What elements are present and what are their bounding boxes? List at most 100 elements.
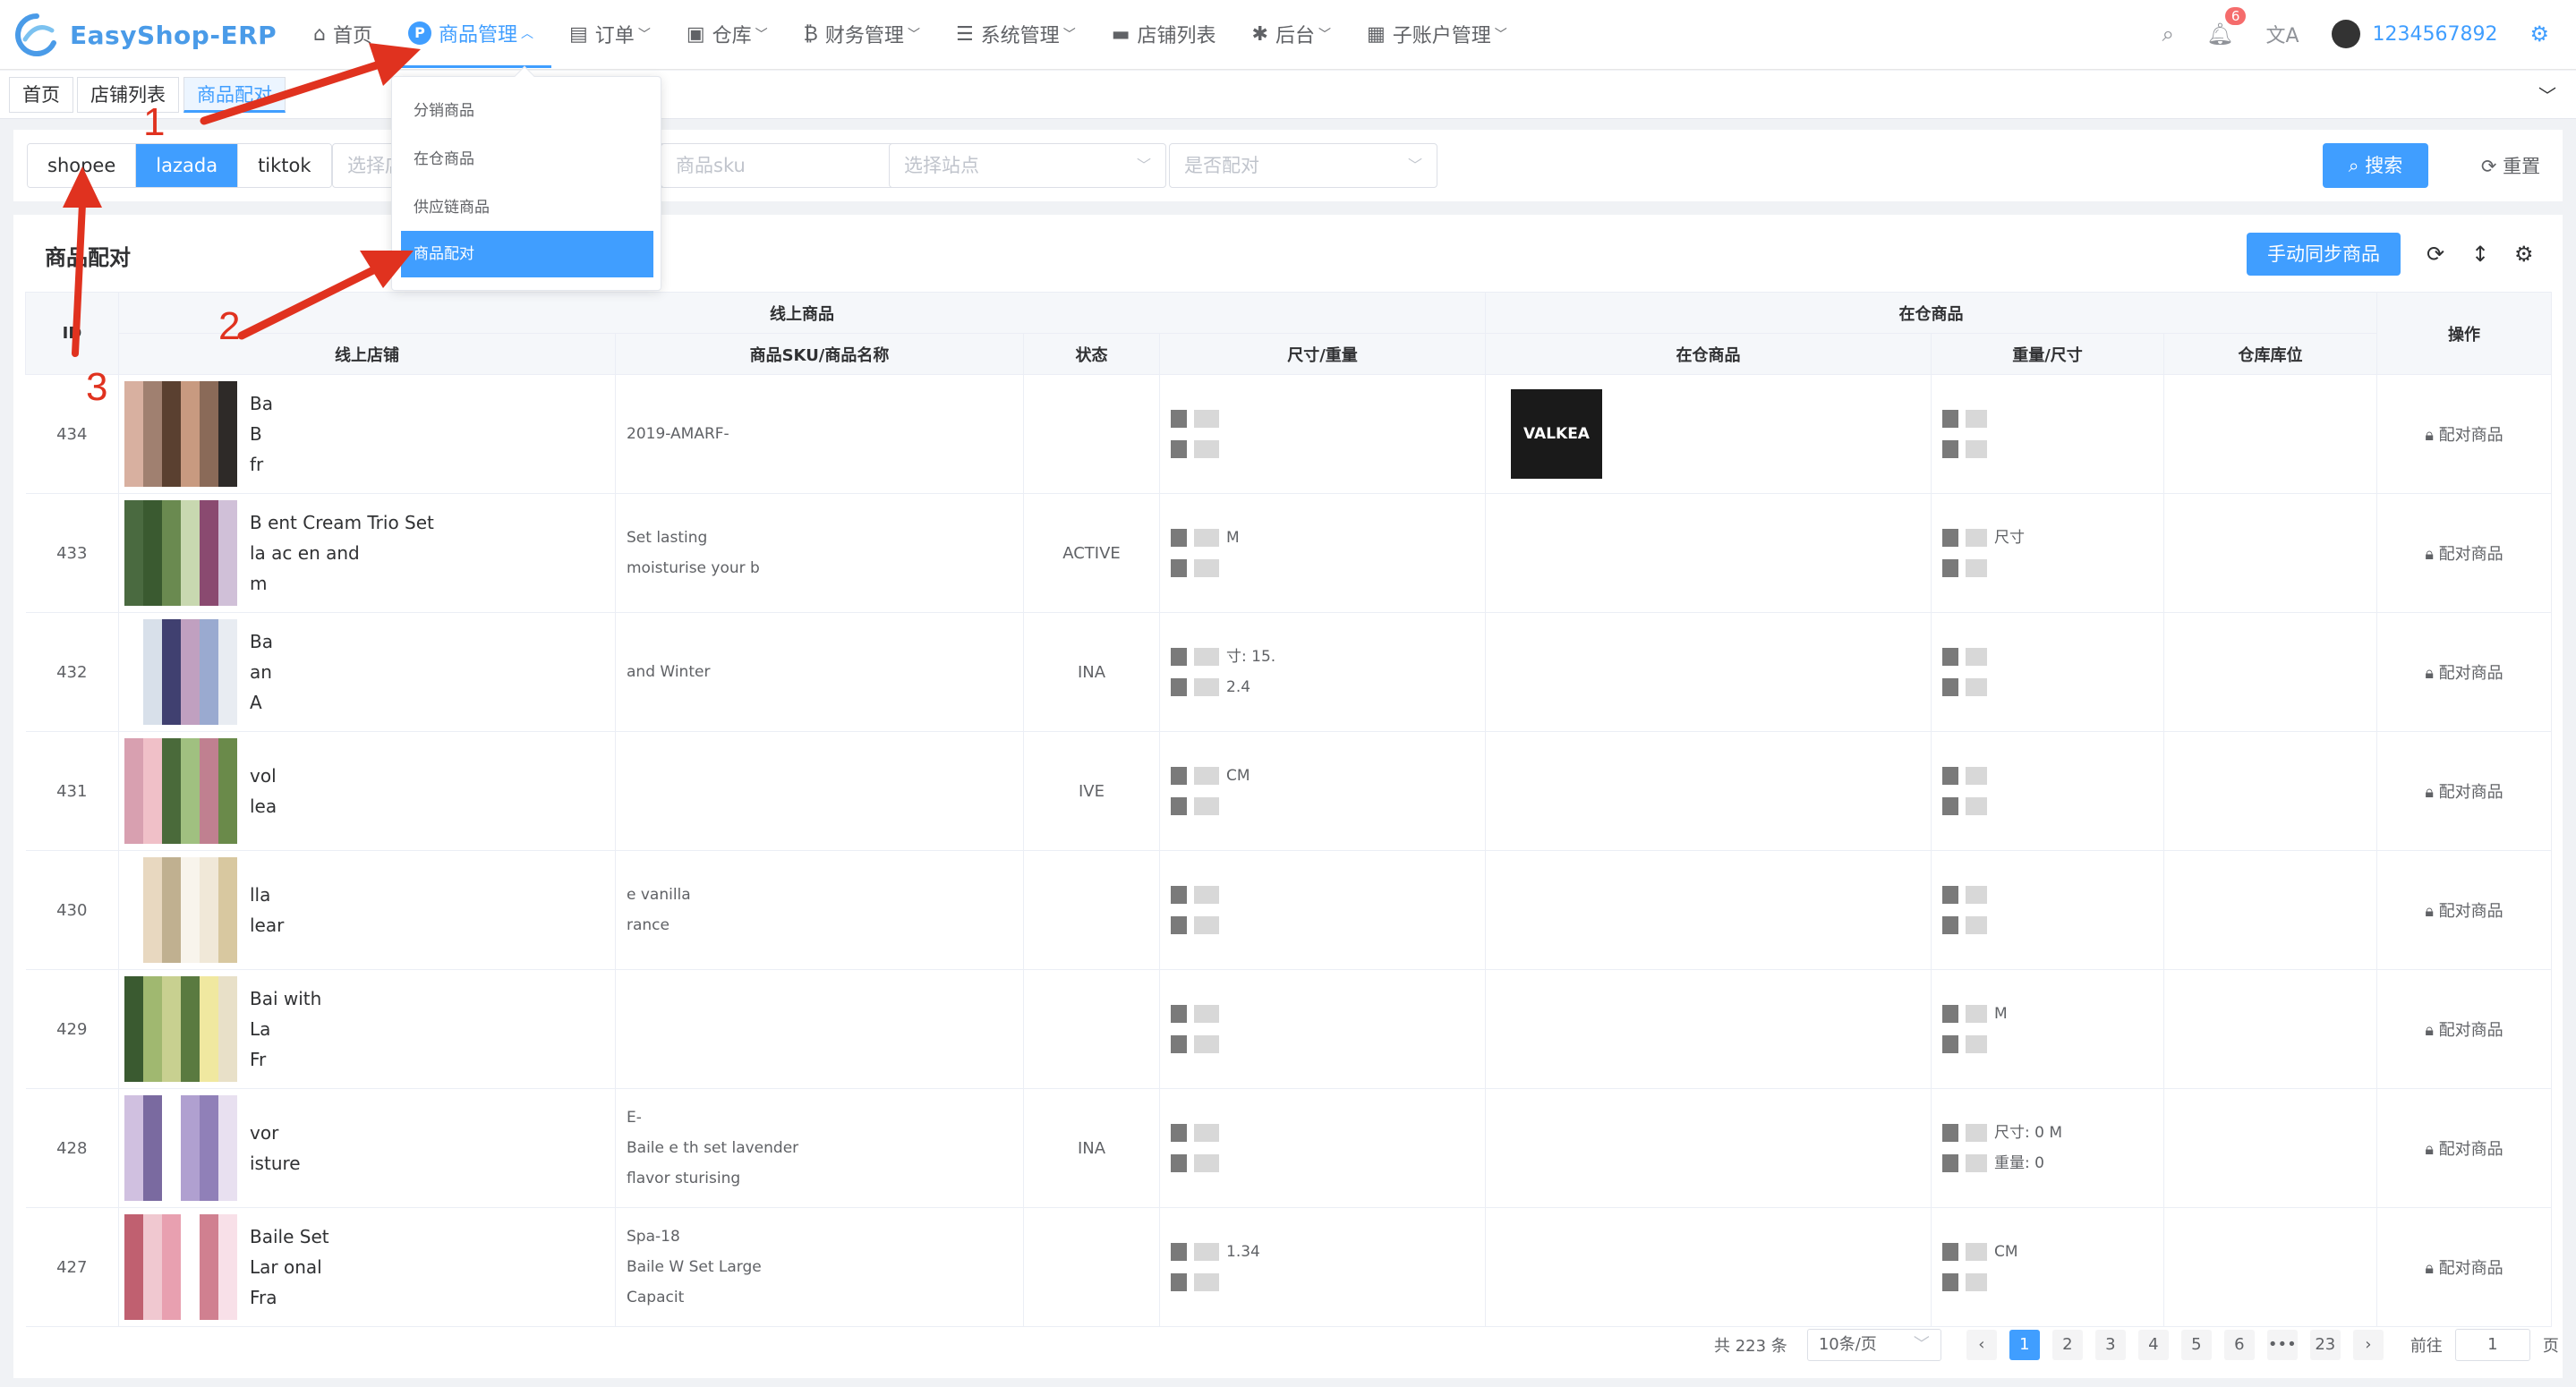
pair-product-link[interactable]: 🔒︎ 配对商品	[2425, 902, 2503, 921]
table-row: 428 vor isture E- Baile e th set lavender f…	[25, 1088, 2553, 1208]
sku-input-placeholder: 商品sku	[676, 155, 746, 176]
goto-page-input[interactable]: 1	[2454, 1329, 2530, 1361]
settings-icon[interactable]: ⚙	[2514, 242, 2534, 267]
lock-icon: 🔒︎	[2425, 783, 2439, 802]
group-header-warehouse: 在仓商品	[1484, 292, 2378, 334]
site-select[interactable]: 选择站点 ﹀	[889, 143, 1166, 188]
tab-product-pairing[interactable]: 商品配对	[183, 77, 286, 113]
pair-product-link[interactable]: 🔒︎ 配对商品	[2425, 1021, 2503, 1040]
platform-shopee[interactable]: shopee	[28, 144, 137, 187]
page-4[interactable]: 4	[2137, 1330, 2169, 1360]
product-name-line: fr	[250, 454, 264, 475]
menu-item-product-pairing[interactable]: 商品配对	[401, 231, 653, 277]
nav-item-system[interactable]: ☰ 系统管理 ﹀	[938, 0, 1094, 68]
pair-product-link[interactable]: 🔒︎ 配对商品	[2425, 545, 2503, 564]
nav-item-finance[interactable]: ₿ 财务管理 ﹀	[786, 0, 938, 68]
search-icon[interactable]: ⌕	[2162, 21, 2174, 47]
chevron-down-icon: ﹀	[1913, 1335, 1930, 1354]
chevron-down-icon: ﹀	[1407, 157, 1422, 174]
product-name-line: vor	[250, 1122, 279, 1144]
product-management-dropdown: 分销商品 在仓商品 供应链商品 商品配对	[391, 65, 661, 291]
row-id: 433	[25, 493, 119, 613]
gear-icon[interactable]: ⚙	[2529, 21, 2549, 47]
manual-sync-button[interactable]: 手动同步商品	[2247, 233, 2401, 276]
col-header-id: ID	[25, 292, 119, 375]
nav-label: 仓库	[712, 25, 752, 47]
search-button[interactable]: ⌕ 搜索	[2323, 143, 2428, 188]
app-name: EasyShop-ERP	[70, 20, 277, 50]
pagination-total: 共 223 条	[1714, 1337, 1787, 1356]
spec-line: M	[1160, 523, 1485, 553]
tab-home[interactable]: 首页	[9, 77, 73, 113]
annotation-label-3: 3	[86, 365, 108, 409]
product-name-line: Fra	[250, 1287, 277, 1308]
reset-button[interactable]: ⟳ 重置	[2461, 143, 2560, 188]
product-sku-line: Set lasting	[627, 529, 708, 547]
sku-cell	[615, 731, 1024, 851]
col-header-location: 仓库库位	[2162, 333, 2378, 375]
pair-product-link[interactable]: 🔒︎ 配对商品	[2425, 426, 2503, 445]
pair-product-link[interactable]: 🔒︎ 配对商品	[2425, 1140, 2503, 1159]
product-thumbnail	[124, 1095, 237, 1201]
pair-product-link[interactable]: 🔒︎ 配对商品	[2425, 1259, 2503, 1278]
action-cell: 🔒︎ 配对商品	[2376, 1207, 2553, 1327]
col-header-action: 操作	[2376, 292, 2553, 375]
page-size-select[interactable]: 10条/页 ﹀	[1806, 1329, 1941, 1361]
paired-select[interactable]: 是否配对 ﹀	[1169, 143, 1437, 188]
prev-page-button[interactable]: ‹	[1966, 1330, 1997, 1360]
product-name-line: lear	[250, 915, 285, 936]
shop-product-cell: Ba Bfr	[118, 374, 616, 494]
pair-product-label: 配对商品	[2438, 783, 2503, 802]
product-name-line: la ac en and	[250, 542, 360, 564]
weight-line	[1932, 761, 2163, 791]
row-id: 431	[25, 731, 119, 851]
page-1[interactable]: 1	[2009, 1330, 2040, 1360]
weight-cell: CM	[1931, 1207, 2164, 1327]
spec-line: 2.4	[1160, 672, 1485, 702]
app-logo[interactable]: EasyShop-ERP	[13, 13, 277, 57]
warehouse-product-cell	[1485, 1088, 1932, 1208]
chevron-down-icon: ﹀	[1318, 28, 1331, 42]
page-5[interactable]: 5	[2180, 1330, 2212, 1360]
nav-item-warehouse[interactable]: ▣ 仓库 ﹀	[669, 0, 786, 68]
table-row: 432 Ba an A and Winter INA 寸: 15. 2.4 🔒︎ 配对…	[25, 612, 2553, 732]
product-p-icon: P	[407, 21, 431, 45]
col-header-sku: 商品SKU/商品名称	[615, 333, 1024, 375]
nav-item-home[interactable]: ⌂ 首页	[295, 0, 390, 68]
page-3[interactable]: 3	[2094, 1330, 2126, 1360]
spec-line	[1160, 1267, 1485, 1298]
spec-cell: M	[1159, 493, 1486, 613]
nav-item-sub-account[interactable]: ▦ 子账户管理 ﹀	[1349, 0, 1525, 68]
chevron-down-icon[interactable]: ﹀	[2538, 81, 2556, 107]
sku-input[interactable]: 商品sku	[661, 143, 913, 188]
page-6[interactable]: 6	[2223, 1330, 2255, 1360]
weight-cell	[1931, 731, 2164, 851]
platform-lazada[interactable]: lazada	[136, 144, 239, 187]
nav-item-shop-list[interactable]: ▬ 店铺列表	[1094, 0, 1234, 68]
next-page-button[interactable]: ›	[2352, 1330, 2384, 1360]
spec-line	[1160, 999, 1485, 1029]
pair-product-link[interactable]: 🔒︎ 配对商品	[2425, 783, 2503, 802]
menu-item-warehouse-products[interactable]: 在仓商品	[401, 136, 653, 183]
page-2[interactable]: 2	[2051, 1330, 2083, 1360]
page-size-label: 10条/页	[1818, 1335, 1877, 1354]
page-23[interactable]: 23	[2309, 1330, 2341, 1360]
user-menu[interactable]: 1234567892	[2331, 20, 2497, 48]
spec-line	[1160, 1148, 1485, 1179]
refresh-icon[interactable]: ⟳	[2427, 242, 2444, 267]
menu-item-distribution-products[interactable]: 分销商品	[401, 88, 653, 134]
home-icon: ⌂	[313, 22, 326, 46]
nav-item-backend[interactable]: ✱ 后台 ﹀	[1234, 0, 1349, 68]
pair-product-link[interactable]: 🔒︎ 配对商品	[2425, 664, 2503, 683]
page-ellipsis[interactable]: •••	[2266, 1330, 2298, 1360]
product-thumbnail	[124, 738, 237, 844]
product-name-line: Ba	[250, 393, 273, 414]
notification-bell-icon[interactable]: 🔔︎ 6	[2206, 7, 2247, 47]
menu-item-supply-chain-products[interactable]: 供应链商品	[401, 184, 653, 231]
column-height-icon[interactable]: ↕	[2471, 242, 2489, 267]
platform-tiktok[interactable]: tiktok	[238, 144, 331, 187]
translate-icon[interactable]: 文A	[2265, 20, 2299, 48]
product-thumbnail	[124, 500, 237, 606]
nav-item-orders[interactable]: ▤ 订单 ﹀	[551, 0, 669, 68]
nav-item-product-management[interactable]: P 商品管理 ︿	[389, 0, 551, 68]
